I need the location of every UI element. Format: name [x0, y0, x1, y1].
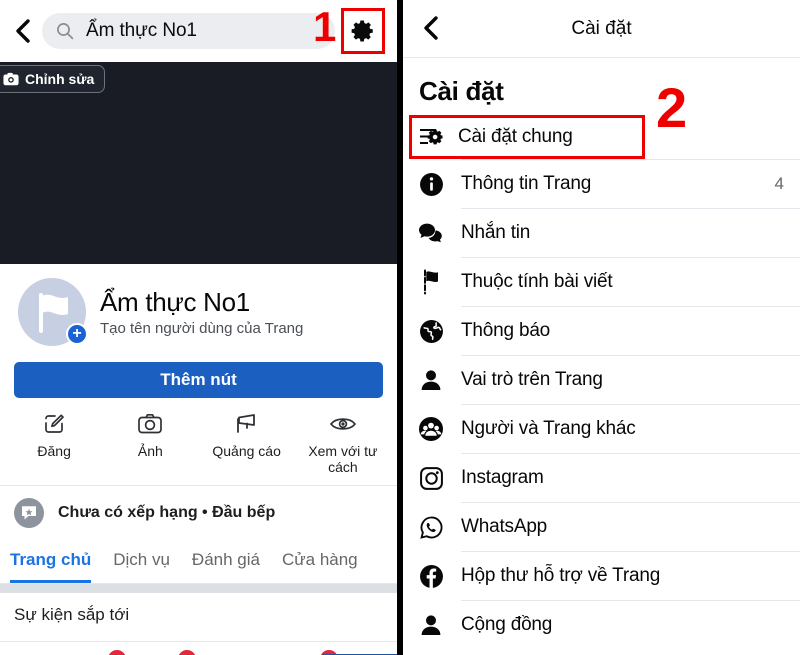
megaphone-icon [234, 410, 260, 438]
person-icon [417, 611, 445, 639]
settings-item-page-roles-label: Vai trò trên Trang [461, 369, 603, 390]
facebook-icon [417, 562, 445, 590]
settings-panel: Cài đặt Cài đặt 2 Cài đặt chung Thông ti… [403, 0, 800, 655]
settings-item-page-info-badge: 4 [774, 174, 784, 193]
tab-dich-vu[interactable]: Dịch vụ [113, 540, 170, 583]
page-title: Ẩm thực No1 [100, 287, 250, 317]
app-screen: Ẩm thực No1 1 Chỉnh sửa + Ẩm thực No1 Tạ… [0, 0, 800, 655]
page-profile-row[interactable]: + Ẩm thực No1 Tạo tên người dùng của Tra… [0, 264, 397, 352]
edit-pencil-icon [42, 410, 66, 438]
settings-item-whatsapp[interactable]: WhatsApp [403, 503, 800, 551]
settings-item-notifications-label: Thông báo [461, 320, 551, 341]
settings-item-general[interactable]: Cài đặt chung [409, 115, 645, 159]
settings-item-post-attribution-label: Thuộc tính bài viết [461, 271, 613, 292]
settings-gear-button[interactable] [341, 8, 385, 54]
profile-text-block: Ẩm thực No1 Tạo tên người dùng của Trang [86, 287, 303, 337]
eye-icon [329, 410, 357, 438]
action-photo-label: Ảnh [137, 443, 163, 459]
people-icon [417, 415, 445, 443]
settings-item-page-info-label: Thông tin Trang [461, 173, 592, 194]
search-input[interactable]: Ẩm thực No1 [42, 13, 335, 49]
settings-topbar: Cài đặt [403, 0, 800, 58]
search-icon [56, 22, 76, 40]
gear-icon [350, 18, 376, 44]
avatar[interactable]: + [18, 278, 88, 346]
upcoming-events-title: Sự kiện sắp tới [14, 605, 130, 625]
page-rating-text: Chưa có xếp hạng • Đầu bếp [58, 504, 276, 522]
flag-icon [417, 268, 445, 296]
settings-item-community[interactable]: Cộng đồng [403, 601, 800, 649]
settings-item-page-support-inbox-label: Hộp thư hỗ trợ về Trang [461, 565, 661, 586]
settings-menu: Cài đặt chung Thông tin Trang 4 Nhắn tin [403, 115, 800, 649]
info-icon [417, 170, 445, 198]
chevron-left-icon[interactable] [10, 16, 36, 46]
section-spacer [0, 584, 397, 594]
whatsapp-icon [417, 513, 445, 541]
sliders-gear-icon [418, 123, 446, 151]
action-view-as-label: Xem với tư cách [308, 443, 378, 476]
action-view-as[interactable]: Xem với tư cách [295, 410, 391, 475]
settings-item-page-info[interactable]: Thông tin Trang 4 [403, 160, 800, 208]
settings-heading: Cài đặt [419, 76, 504, 106]
page-rating-row[interactable]: Chưa có xếp hạng • Đầu bếp [0, 486, 397, 540]
tab-trang-chu[interactable]: Trang chủ [10, 540, 92, 584]
settings-item-page-support-inbox[interactable]: Hộp thư hỗ trợ về Trang [403, 552, 800, 600]
settings-item-instagram[interactable]: Instagram [403, 454, 800, 502]
tab-cua-hang[interactable]: Cửa hàng [282, 540, 358, 583]
action-ads[interactable]: Quảng cáo [199, 410, 295, 475]
peek-marker [108, 650, 126, 655]
step-marker-1: 1 [313, 3, 337, 50]
person-icon [417, 366, 445, 394]
page-username-prompt[interactable]: Tạo tên người dùng của Trang [100, 320, 303, 337]
page-action-row: Đăng Ảnh Quảng cáo Xem với tư cách [0, 398, 397, 479]
settings-item-messaging[interactable]: Nhắn tin [403, 209, 800, 257]
facebook-page-panel: Ẩm thực No1 1 Chỉnh sửa + Ẩm thực No1 Tạ… [0, 0, 397, 655]
action-photo[interactable]: Ảnh [102, 410, 198, 475]
step-marker-2: 2 [656, 76, 688, 139]
chat-bubbles-icon [417, 219, 445, 247]
settings-item-notifications[interactable]: Thông báo [403, 307, 800, 355]
page-tabs: Trang chủ Dịch vụ Đánh giá Cửa hàng [0, 540, 397, 585]
peek-marker [178, 650, 196, 655]
chevron-left-icon[interactable] [417, 14, 445, 42]
settings-topbar-title: Cài đặt [571, 17, 632, 39]
settings-item-people-other-pages-label: Người và Trang khác [461, 418, 636, 439]
tab-danh-gia[interactable]: Đánh giá [192, 540, 260, 583]
instagram-icon [417, 464, 445, 492]
plus-icon[interactable]: + [66, 323, 88, 345]
globe-icon [417, 317, 445, 345]
camera-icon [3, 72, 19, 86]
settings-item-general-label: Cài đặt chung [458, 126, 573, 147]
settings-item-post-attribution[interactable]: Thuộc tính bài viết [403, 258, 800, 306]
page-topbar: Ẩm thực No1 1 [0, 0, 397, 62]
action-post[interactable]: Đăng [6, 410, 102, 475]
settings-item-page-roles[interactable]: Vai trò trên Trang [403, 356, 800, 404]
edit-cover-button[interactable]: Chỉnh sửa [0, 65, 106, 93]
settings-item-whatsapp-label: WhatsApp [461, 516, 548, 537]
search-input-value: Ẩm thực No1 [86, 20, 197, 41]
action-ads-label: Quảng cáo [212, 443, 281, 459]
content-peek [0, 642, 397, 655]
action-post-label: Đăng [37, 443, 71, 459]
settings-item-messaging-label: Nhắn tin [461, 222, 531, 243]
star-review-icon [14, 498, 44, 529]
settings-item-people-other-pages[interactable]: Người và Trang khác [403, 405, 800, 453]
settings-item-community-label: Cộng đồng [461, 614, 553, 635]
camera-icon [137, 410, 163, 438]
page-cover-photo: Chỉnh sửa [0, 62, 397, 264]
add-button-cta[interactable]: Thêm nút [14, 362, 383, 398]
settings-item-instagram-label: Instagram [461, 467, 544, 488]
edit-cover-label: Chỉnh sửa [25, 71, 95, 87]
